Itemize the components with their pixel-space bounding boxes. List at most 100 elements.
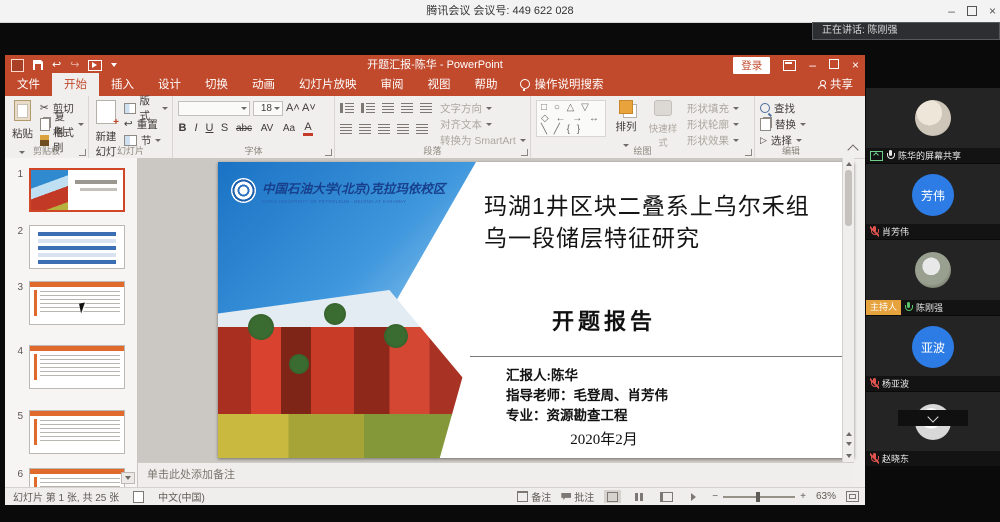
thumbnail-5[interactable]: 5 — [5, 410, 137, 454]
align-center-icon[interactable] — [359, 124, 371, 134]
reading-view-button[interactable] — [658, 490, 675, 503]
ppt-close-icon[interactable]: × — [852, 55, 859, 75]
customize-qat-icon[interactable] — [111, 63, 117, 67]
numbering-icon[interactable] — [361, 103, 375, 113]
tab-transitions[interactable]: 切换 — [193, 73, 240, 96]
thumbnail-2[interactable]: 2 — [5, 225, 137, 269]
underline-button[interactable]: U — [205, 122, 214, 134]
reset-button[interactable]: ↩重置 — [124, 116, 168, 132]
bullets-icon[interactable] — [340, 103, 354, 113]
font-name-select[interactable] — [178, 101, 250, 116]
strikethrough-button[interactable]: abc — [235, 123, 253, 134]
character-spacing-button[interactable]: AV — [259, 123, 275, 134]
zoom-control: − + — [712, 491, 806, 502]
align-left-icon[interactable] — [340, 124, 352, 134]
normal-view-button[interactable] — [604, 490, 621, 503]
tab-help[interactable]: 帮助 — [463, 73, 510, 96]
participant-tile[interactable]: 亚波 杨亚波 — [866, 316, 1000, 391]
notes-toggle-button[interactable]: 备注 — [517, 489, 551, 504]
font-group: 18 A˄ A˅ B I U S abc AV Aa A 字体 — [173, 96, 335, 158]
ppt-minimize-icon[interactable]: – — [809, 55, 816, 75]
tab-file[interactable]: 文件 — [5, 73, 52, 96]
drawing-group: □ ○ △ ▽ ◇ ← → ↔ ╲ ╱ { } 排列 快速样式 — [531, 96, 755, 158]
find-button[interactable]: 查找 — [760, 100, 823, 116]
powerpoint-app-icon[interactable] — [11, 59, 24, 72]
editing-group: 查找 替换 ▷选择 编辑 — [755, 96, 827, 158]
screen-share-icon — [870, 151, 883, 161]
zoom-out-button[interactable]: − — [712, 491, 718, 502]
tab-animations[interactable]: 动画 — [240, 73, 287, 96]
align-right-icon[interactable] — [378, 124, 390, 134]
shrink-font-button[interactable]: A˅ — [302, 102, 315, 114]
columns-icon[interactable] — [416, 124, 428, 134]
zoom-slider[interactable] — [723, 496, 795, 498]
tab-review[interactable]: 审阅 — [369, 73, 416, 96]
ribbon-display-options-icon[interactable] — [783, 60, 796, 71]
replace-button[interactable]: 替换 — [760, 116, 823, 132]
previous-slide-icon[interactable] — [846, 432, 852, 436]
collapse-panel-button[interactable] — [898, 410, 968, 426]
accessibility-icon[interactable] — [133, 491, 144, 503]
thumbnail-collapse-button[interactable] — [121, 472, 135, 484]
shape-outline-button[interactable]: 形状轮廓 — [687, 116, 739, 132]
fit-to-window-icon[interactable] — [846, 491, 859, 502]
slide-canvas[interactable]: 中国石油大学(北京)克拉玛依校区 CHINA UNIVERSITY OF PET… — [218, 162, 854, 458]
new-slide-icon — [96, 100, 116, 124]
participant-tile-host[interactable]: 主持人 陈刚强 — [866, 240, 1000, 315]
change-case-button[interactable]: Aa — [281, 123, 297, 134]
participant-tile-screenshare[interactable]: 陈华的屏幕共享 — [866, 88, 1000, 163]
italic-button[interactable]: I — [193, 122, 199, 134]
font-size-select[interactable]: 18 — [253, 101, 283, 116]
layout-button[interactable]: 版式 — [124, 100, 168, 116]
comments-toggle-button[interactable]: 批注 — [561, 489, 594, 504]
tell-me-search[interactable]: 操作说明搜索 — [520, 76, 604, 96]
collapse-ribbon-icon[interactable] — [847, 144, 858, 155]
thumbnail-6[interactable]: 6 — [5, 468, 137, 487]
thumbnail-1[interactable]: 1 — [5, 168, 137, 212]
grow-font-button[interactable]: A˄ — [286, 102, 299, 114]
increase-indent-icon[interactable] — [401, 103, 413, 113]
slideshow-view-button[interactable] — [685, 490, 702, 503]
font-color-button[interactable]: A — [303, 121, 313, 136]
ribbon: 粘贴 ✂剪切 复制 格式刷 剪贴板 新建 幻灯片 — [5, 96, 865, 159]
participant-tile[interactable]: 芳伟 肖芳伟 — [866, 164, 1000, 239]
undo-icon[interactable]: ↩ — [52, 55, 61, 75]
justify-icon[interactable] — [397, 124, 409, 134]
zoom-level[interactable]: 63% — [816, 491, 836, 502]
magnifier-icon — [760, 103, 770, 113]
notes-pane[interactable]: 单击此处添加备注 — [138, 462, 854, 487]
shapes-gallery[interactable]: □ ○ △ ▽ ◇ ← → ↔ ╲ ╱ { } — [536, 100, 606, 137]
participant-tile[interactable]: 赵晓东 — [866, 392, 1000, 466]
close-icon[interactable]: × — [989, 4, 996, 18]
thumbnail-3[interactable]: 3 — [5, 281, 137, 325]
scroll-down-icon[interactable] — [846, 454, 852, 458]
zoom-slider-thumb[interactable] — [756, 492, 760, 502]
language-indicator[interactable]: 中文(中国) — [158, 489, 205, 504]
scroll-up-icon[interactable] — [846, 162, 852, 166]
bold-button[interactable]: B — [178, 122, 187, 134]
scrollbar-thumb[interactable] — [845, 170, 852, 226]
share-button[interactable]: 共享 — [818, 76, 865, 96]
vertical-scrollbar[interactable] — [842, 158, 854, 462]
slide-editor-area[interactable]: 中国石油大学(北京)克拉玛依校区 CHINA UNIVERSITY OF PET… — [138, 158, 854, 462]
signin-button[interactable]: 登录 — [733, 57, 770, 74]
thumbnail-4[interactable]: 4 — [5, 345, 137, 389]
minimize-icon[interactable]: – — [948, 4, 955, 18]
tab-view[interactable]: 视图 — [416, 73, 463, 96]
align-text-button[interactable]: 对齐文本 — [440, 116, 526, 132]
line-spacing-icon[interactable] — [420, 103, 432, 113]
ppt-restore-icon[interactable] — [829, 59, 839, 69]
save-icon[interactable] — [33, 60, 43, 70]
maximize-icon[interactable] — [967, 6, 977, 16]
start-slideshow-icon[interactable] — [88, 60, 102, 71]
shadow-button[interactable]: S — [220, 122, 229, 134]
tab-slideshow[interactable]: 幻灯片放映 — [287, 73, 369, 96]
next-slide-icon[interactable] — [846, 442, 852, 446]
redo-icon[interactable]: ↪ — [70, 55, 79, 75]
shape-fill-button[interactable]: 形状填充 — [687, 100, 739, 116]
tab-home[interactable]: 开始 — [52, 73, 99, 96]
text-direction-button[interactable]: 文字方向 — [440, 100, 526, 116]
slide-sorter-view-button[interactable] — [631, 490, 648, 503]
zoom-in-button[interactable]: + — [800, 491, 806, 502]
decrease-indent-icon[interactable] — [382, 103, 394, 113]
